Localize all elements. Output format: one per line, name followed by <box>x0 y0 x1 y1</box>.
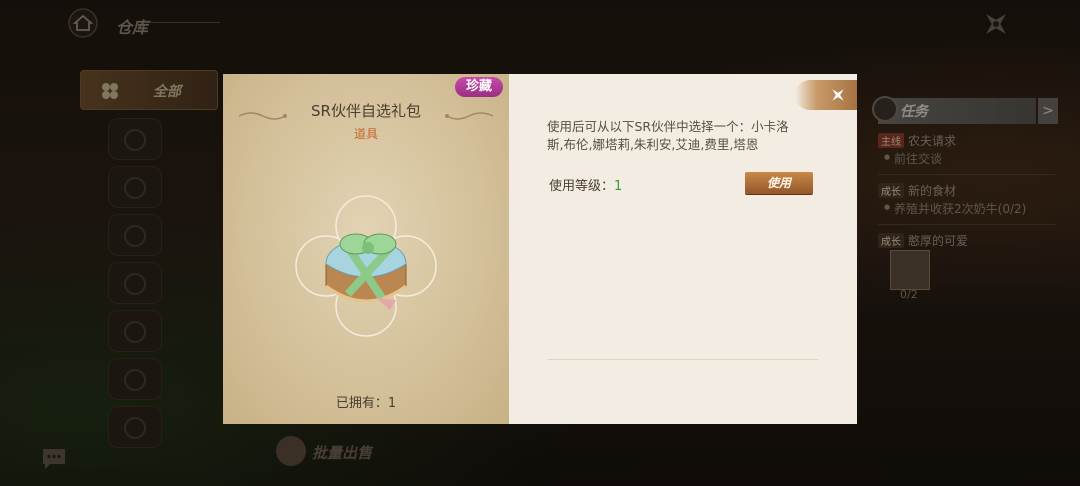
info-divider <box>548 359 818 360</box>
use-level-label: 使用等级： <box>549 179 615 194</box>
rarity-badge: 珍藏 <box>455 77 503 97</box>
item-preview-card: 珍藏 SR伙伴自选礼包 道具 已拥有：1 <box>223 74 510 424</box>
item-description: 使用后可从以下SR伙伴中选择一个：小卡洛斯,布伦,娜塔莉,朱利安,艾迪,费里,塔… <box>547 119 789 152</box>
use-level: 使用等级：1 <box>549 175 622 194</box>
use-level-value: 1 <box>614 179 623 194</box>
use-button[interactable]: 使用 <box>745 172 813 194</box>
modal-close-button[interactable] <box>795 80 857 110</box>
close-icon <box>832 89 844 101</box>
owned-count: 已拥有：1 <box>335 396 397 411</box>
item-name: SR伙伴自选礼包 <box>311 102 421 120</box>
item-detail-modal: 珍藏 SR伙伴自选礼包 道具 已拥有：1 使用后可从以下SR伙伴中选择一个：小卡… <box>223 74 857 424</box>
item-type: 道具 <box>353 127 378 141</box>
gift-box-icon <box>295 195 437 337</box>
